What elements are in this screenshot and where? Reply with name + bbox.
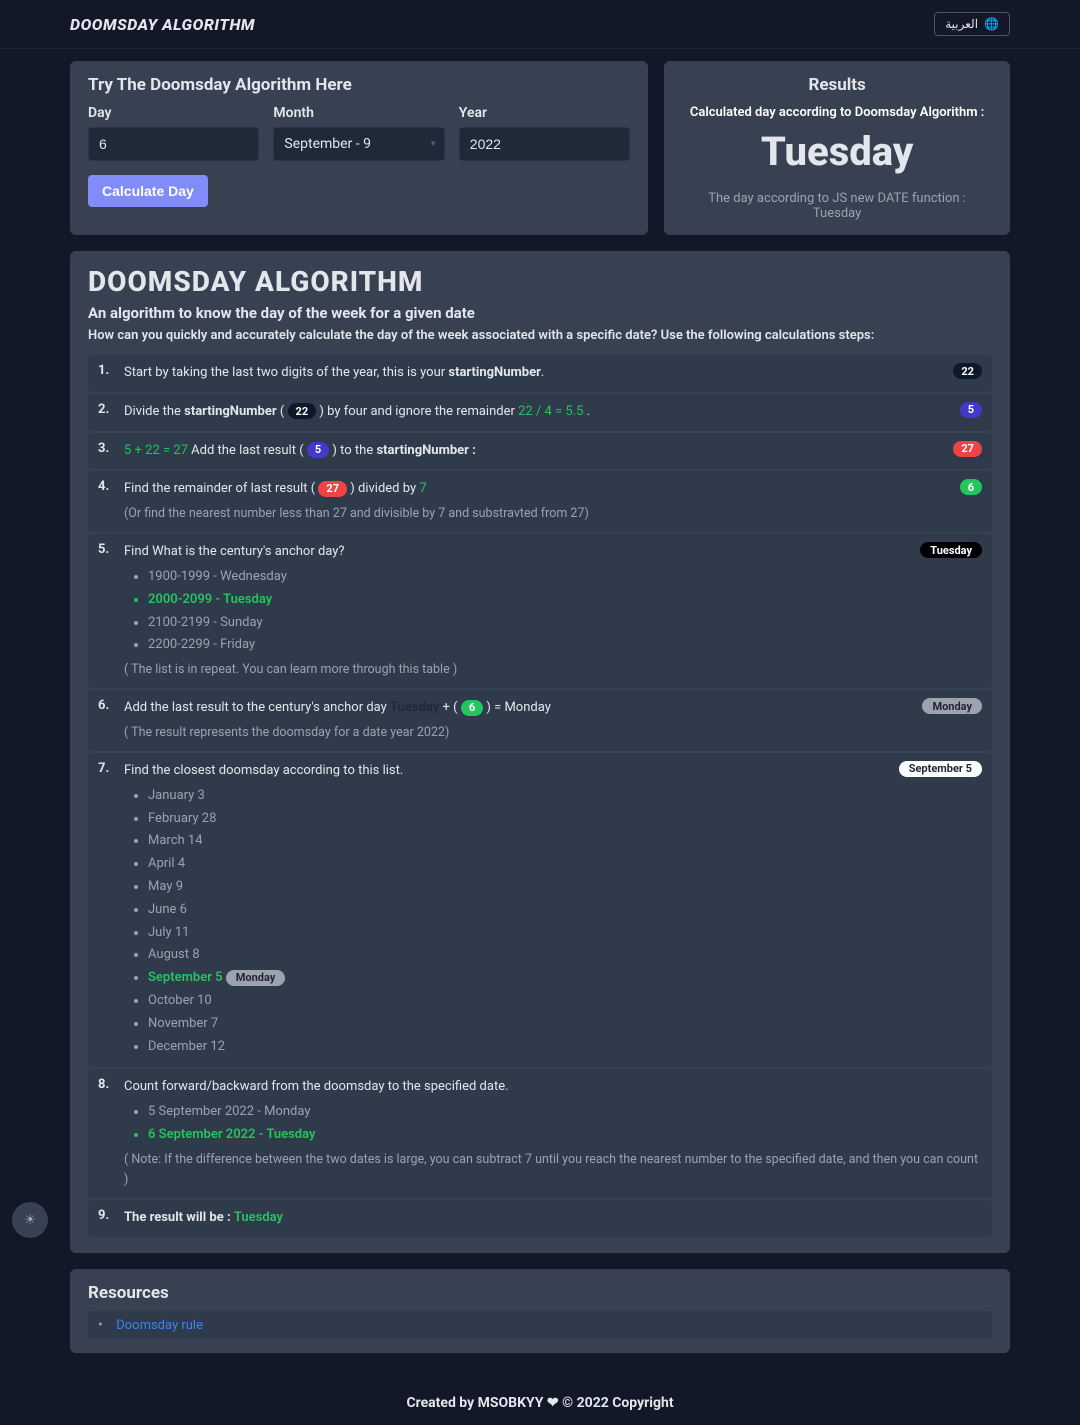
sun-icon: ☀ — [24, 1212, 36, 1228]
step-5: Tuesday 5. Find What is the century's an… — [88, 534, 992, 688]
day-input[interactable] — [88, 127, 259, 161]
try-card: Try The Doomsday Algorithm Here Day Mont… — [70, 61, 648, 235]
step-1: 22 1. Start by taking the last two digit… — [88, 355, 992, 392]
theme-toggle-button[interactable]: ☀ — [12, 1202, 48, 1238]
doomsday-item: February 28 — [148, 809, 982, 830]
doomsday-item: December 12 — [148, 1037, 982, 1058]
footer-text: Created by MSOBKYY ❤ © 2022 Copyright — [0, 1381, 1080, 1425]
doomsday-item: May 9 — [148, 877, 982, 898]
doomsday-item: April 4 — [148, 854, 982, 875]
results-card: Results Calculated day according to Doom… — [664, 61, 1010, 235]
step-2: 5 2. Divide the startingNumber ( 22 ) by… — [88, 394, 992, 431]
step-8: 8. Count forward/backward from the dooms… — [88, 1069, 992, 1197]
year-input[interactable] — [459, 127, 630, 161]
step-1-result-badge: 22 — [953, 363, 982, 379]
step-2-result-badge: 5 — [960, 402, 982, 418]
try-title: Try The Doomsday Algorithm Here — [88, 75, 630, 95]
results-note-1: The day according to JS new DATE functio… — [682, 191, 992, 206]
step-4: 6 4. Find the remainder of last result (… — [88, 471, 992, 532]
results-note-2: Tuesday — [682, 206, 992, 221]
step-5-result-badge: Tuesday — [920, 542, 982, 558]
calculate-button[interactable]: Calculate Day — [88, 175, 208, 207]
day-label: Day — [88, 105, 259, 121]
results-title: Results — [682, 75, 992, 95]
doomsday-item: July 11 — [148, 923, 982, 944]
algorithm-title: DOOMSDAY ALGORITHM — [88, 265, 992, 298]
step-9: 9. The result will be : Tuesday — [88, 1200, 992, 1237]
step-7: September 5 7. Find the closest doomsday… — [88, 753, 992, 1067]
chevron-down-icon: ▾ — [431, 139, 436, 150]
century-item: 2100-2199 - Sunday — [148, 613, 982, 634]
results-day: Tuesday — [682, 128, 992, 175]
century-item: 2000-2099 - Tuesday — [148, 590, 982, 611]
step-6: Monday 6. Add the last result to the cen… — [88, 690, 992, 751]
algorithm-subtitle: An algorithm to know the day of the week… — [88, 304, 992, 322]
century-item: 1900-1999 - Wednesday — [148, 567, 982, 588]
step-3: 27 3. 5 + 22 = 27 Add the last result ( … — [88, 433, 992, 470]
doomsday-item: November 7 — [148, 1014, 982, 1035]
step-4-result-badge: 6 — [960, 479, 982, 495]
language-toggle-button[interactable]: العربية 🌐 — [934, 12, 1010, 36]
results-subtitle: Calculated day according to Doomsday Alg… — [682, 105, 992, 120]
count-item: 6 September 2022 - Tuesday — [148, 1125, 982, 1146]
step-3-result-badge: 27 — [953, 441, 982, 457]
doomsday-item: March 14 — [148, 831, 982, 852]
app-logo: DOOMSDAY ALGORITHM — [70, 15, 255, 34]
step-7-result-badge: September 5 — [899, 761, 982, 777]
algorithm-card: DOOMSDAY ALGORITHM An algorithm to know … — [70, 251, 1010, 1253]
month-select[interactable]: September - 9 ▾ — [273, 127, 444, 161]
doomsday-item: September 5 Monday — [148, 968, 982, 989]
globe-icon: 🌐 — [984, 17, 999, 31]
doomsday-item: October 10 — [148, 991, 982, 1012]
language-label: العربية — [945, 17, 978, 31]
century-item: 2200-2299 - Friday — [148, 635, 982, 656]
resources-item: • Doomsday rule — [88, 1311, 992, 1339]
resources-title: Resources — [88, 1283, 992, 1303]
month-label: Month — [273, 105, 444, 121]
doomsday-item: August 8 — [148, 945, 982, 966]
year-label: Year — [459, 105, 630, 121]
count-item: 5 September 2022 - Monday — [148, 1102, 982, 1123]
resources-card: Resources • Doomsday rule — [70, 1269, 1010, 1353]
algorithm-question: How can you quickly and accurately calcu… — [88, 328, 992, 343]
step-6-result-badge: Monday — [922, 698, 982, 714]
doomsday-item: January 3 — [148, 786, 982, 807]
doomsday-item: June 6 — [148, 900, 982, 921]
month-value: September - 9 — [284, 136, 371, 152]
resource-link[interactable]: Doomsday rule — [116, 1318, 203, 1333]
